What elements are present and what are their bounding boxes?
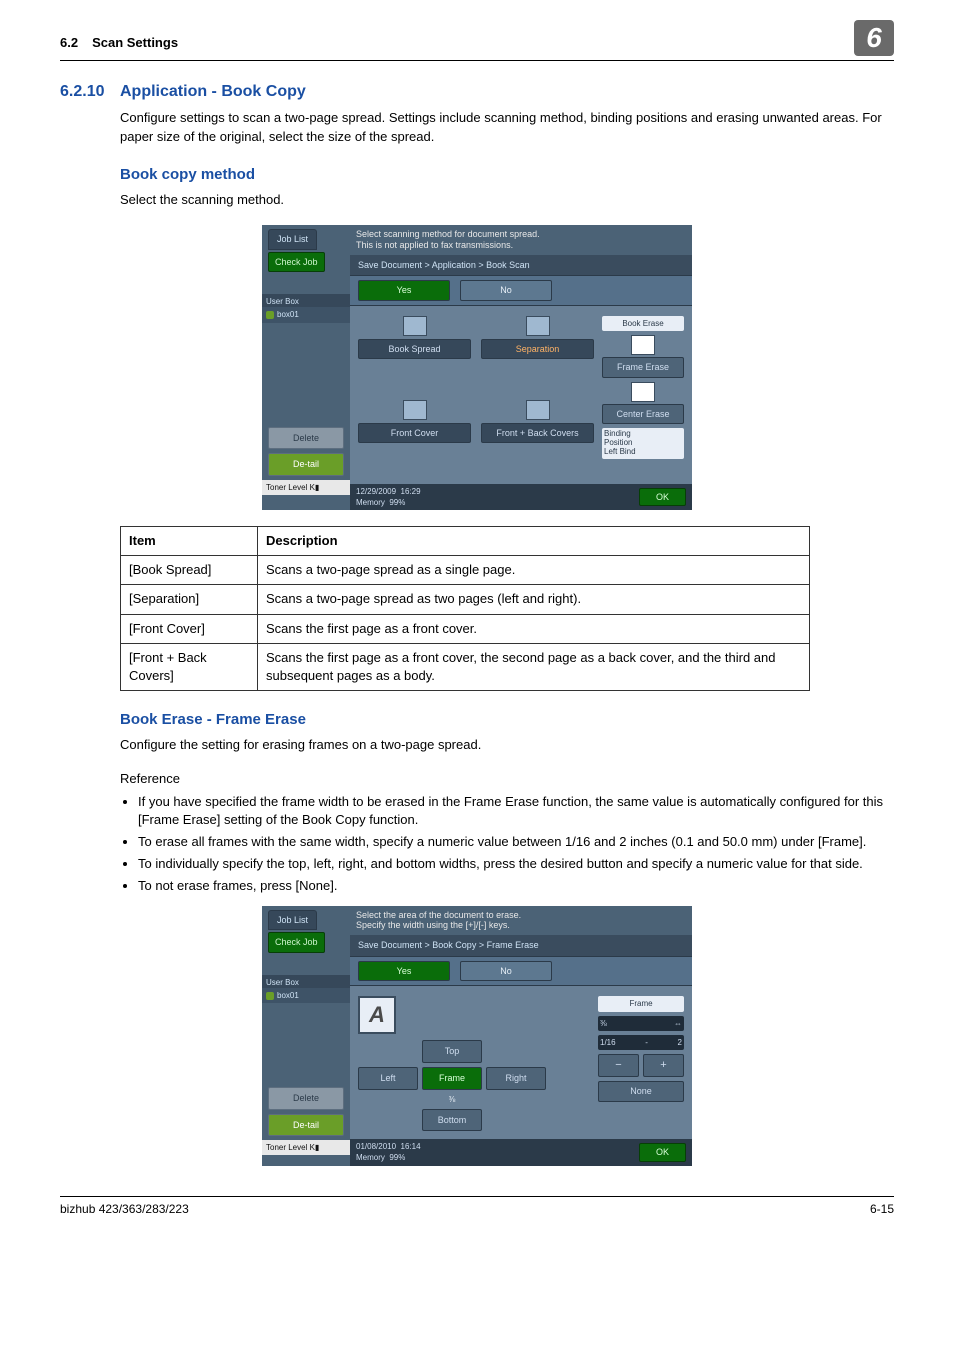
footer-model: bizhub 423/363/283/223 (60, 1201, 189, 1218)
separation-icon (526, 316, 550, 336)
section-title: Application - Book Copy (120, 81, 306, 103)
no-button[interactable]: No (460, 280, 552, 301)
frame-label: Frame (598, 996, 684, 1011)
footer-page: 6-15 (870, 1201, 894, 1218)
header-section-title: Scan Settings (92, 35, 178, 50)
table-header-desc: Description (258, 527, 810, 556)
screenshot-book-copy: Job List Check Job User Box box01 Delete… (262, 225, 692, 510)
list-item: To not erase frames, press [None]. (138, 877, 894, 895)
delete-button[interactable]: Delete (268, 427, 344, 450)
ok-button[interactable]: OK (639, 488, 686, 507)
frame-erase-icon (631, 335, 655, 355)
breadcrumb: Save Document > Book Copy > Frame Erase (350, 935, 692, 957)
status-date: 12/29/2009 16:29Memory 99% (356, 486, 421, 508)
none-button[interactable]: None (598, 1081, 684, 1102)
front-back-button[interactable]: Front + Back Covers (481, 423, 594, 444)
table-row: [Front + Back Covers] Scans the first pa… (121, 643, 810, 690)
minus-button[interactable]: − (598, 1054, 639, 1077)
detail-button[interactable]: De-tail (268, 1114, 344, 1137)
reference-list: If you have specified the frame width to… (120, 793, 894, 896)
top-button[interactable]: Top (422, 1040, 482, 1063)
list-item: To individually specify the top, left, r… (138, 855, 894, 873)
section-intro: Configure settings to scan a two-page sp… (120, 109, 894, 145)
user-box-label: User Box (262, 294, 350, 307)
list-item: To erase all frames with the same width,… (138, 833, 894, 851)
breadcrumb: Save Document > Application > Book Scan (350, 255, 692, 277)
frame-button[interactable]: Frame (422, 1067, 482, 1090)
frame-value: ⅜ (422, 1094, 482, 1105)
gear-icon (266, 311, 274, 319)
job-list-tab[interactable]: Job List (268, 910, 317, 931)
center-erase-button[interactable]: Center Erase (602, 404, 684, 425)
value-display: ⅜⇔ (598, 1016, 684, 1031)
section-number: 6.2.10 (60, 81, 120, 103)
page-footer: bizhub 423/363/283/223 6-15 (60, 1196, 894, 1218)
book-copy-method-table: Item Description [Book Spread] Scans a t… (120, 526, 810, 691)
sub1-body: Select the scanning method. (120, 191, 894, 209)
table-row: [Separation] Scans a two-page spread as … (121, 585, 810, 614)
toner-level: Toner Level K▮ (262, 1140, 350, 1155)
instruction-text: Select scanning method for document spre… (350, 225, 692, 255)
a-preview-icon: A (358, 996, 396, 1034)
table-header-item: Item (121, 527, 258, 556)
table-row: [Front Cover] Scans the first page as a … (121, 614, 810, 643)
check-job-tab[interactable]: Check Job (268, 932, 325, 953)
right-button[interactable]: Right (486, 1067, 546, 1090)
book-spread-button[interactable]: Book Spread (358, 339, 471, 360)
front-back-icon (526, 400, 550, 420)
table-row: [Book Spread] Scans a two-page spread as… (121, 556, 810, 585)
reference-label: Reference (120, 770, 894, 788)
front-cover-button[interactable]: Front Cover (358, 423, 471, 444)
detail-button[interactable]: De-tail (268, 453, 344, 476)
range-display: 1/16-2 (598, 1035, 684, 1050)
no-button[interactable]: No (460, 961, 552, 982)
toner-level: Toner Level K▮ (262, 480, 350, 495)
job-list-tab[interactable]: Job List (268, 229, 317, 250)
yes-button[interactable]: Yes (358, 961, 450, 982)
user-box-item[interactable]: box01 (262, 307, 350, 322)
yes-button[interactable]: Yes (358, 280, 450, 301)
ok-button[interactable]: OK (639, 1143, 686, 1162)
plus-button[interactable]: + (643, 1054, 684, 1077)
header-section-number: 6.2 (60, 35, 78, 50)
frame-erase-button[interactable]: Frame Erase (602, 357, 684, 378)
subhead-book-erase: Book Erase - Frame Erase (120, 709, 894, 730)
front-cover-icon (403, 400, 427, 420)
subhead-book-copy-method: Book copy method (120, 164, 894, 185)
screenshot-frame-erase: Job List Check Job User Box box01 Delete… (262, 906, 692, 1166)
book-spread-icon (403, 316, 427, 336)
gear-icon (266, 992, 274, 1000)
page-header: 6.2Scan Settings 6 (60, 30, 894, 61)
check-job-tab[interactable]: Check Job (268, 252, 325, 273)
status-date: 01/08/2010 16:14Memory 99% (356, 1141, 421, 1163)
left-button[interactable]: Left (358, 1067, 418, 1090)
user-box-label: User Box (262, 975, 350, 988)
center-erase-icon (631, 382, 655, 402)
user-box-item[interactable]: box01 (262, 988, 350, 1003)
instruction-text: Select the area of the document to erase… (350, 906, 692, 936)
bottom-button[interactable]: Bottom (422, 1109, 482, 1132)
separation-button[interactable]: Separation (481, 339, 594, 360)
chapter-badge: 6 (854, 20, 894, 56)
book-erase-label: Book Erase (602, 316, 684, 331)
list-item: If you have specified the frame width to… (138, 793, 894, 829)
sub2-body: Configure the setting for erasing frames… (120, 736, 894, 754)
binding-position-box[interactable]: Binding Position Left Bind (602, 428, 684, 458)
delete-button[interactable]: Delete (268, 1087, 344, 1110)
